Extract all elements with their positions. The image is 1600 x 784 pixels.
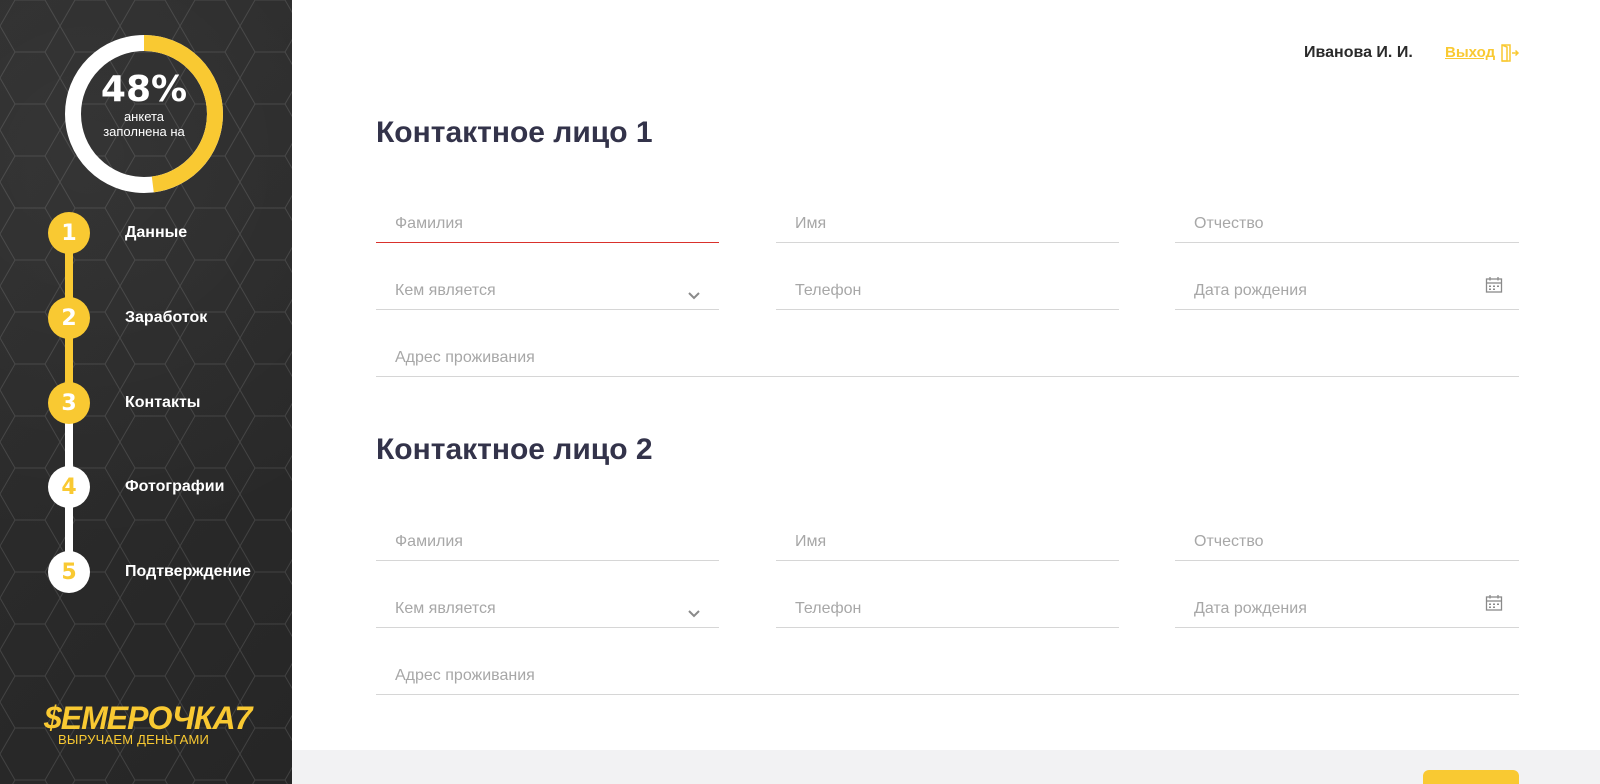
chevron-down-icon[interactable] [685,287,703,305]
contact1-relation-select[interactable] [376,262,719,309]
contact2-birth-date-input[interactable] [1175,580,1519,627]
contact1-relation-field [376,262,719,310]
main-content: Иванова И. И. Выход Контактное лицо 1 Фа… [292,0,1600,784]
step-number: 4 [48,466,90,508]
step-label: Подтверждение [125,563,251,580]
progress-text: 48% анкета заполнена на [62,69,226,140]
contact2-relation-select[interactable] [376,580,719,627]
contact2-first-name-field [776,513,1119,561]
contact1-first-name-field [776,195,1119,243]
contact1-last-name-input[interactable] [376,195,719,242]
step-label: Данные [125,224,188,241]
step-number: 1 [48,212,90,254]
footer-bar [292,750,1600,784]
logout-link[interactable]: Выход [1445,44,1495,61]
step-photos[interactable]: 4 Фотографии [48,466,288,508]
contact2-middle-name-field [1175,513,1519,561]
steps-list: 1 Данные 2 Заработок 3 Контакты 4 Фотогр… [48,212,288,596]
brand-logo: $ЕМЕРОЧКА7 ВЫРУЧАЕМ ДЕНЬГАМИ [44,700,252,752]
next-button[interactable] [1423,770,1519,784]
step-label: Заработок [125,309,208,326]
step-confirmation[interactable]: 5 Подтверждение [48,551,288,593]
contact1-address-input[interactable] [376,329,1519,376]
step-label: Контакты [125,394,201,411]
progress-percent: 48% [100,69,188,110]
contact1-last-name-field [376,195,719,243]
contact2-last-name-field [376,513,719,561]
contact1-phone-field [776,262,1119,310]
sidebar: 48% анкета заполнена на 1 Данные 2 Зараб… [0,0,292,784]
contact1-phone-input[interactable] [776,262,1119,309]
step-data[interactable]: 1 Данные [48,212,288,254]
chevron-down-icon[interactable] [685,605,703,623]
step-number: 3 [48,382,90,424]
contact1-middle-name-input[interactable] [1175,195,1519,242]
contact2-middle-name-input[interactable] [1175,513,1519,560]
user-name: Иванова И. И. [1304,44,1413,61]
contact2-relation-field [376,580,719,628]
contact2-birth-date-field [1175,580,1519,628]
contact1-title: Контактное лицо 1 [376,116,653,149]
contact1-middle-name-field [1175,195,1519,243]
step-number: 2 [48,297,90,339]
progress-ring: 48% анкета заполнена на [62,32,226,196]
contact2-phone-input[interactable] [776,580,1119,627]
step-contacts[interactable]: 3 Контакты [48,382,288,424]
contact2-last-name-input[interactable] [376,513,719,560]
contact1-first-name-input[interactable] [776,195,1119,242]
progress-caption: анкета заполнена на [103,109,185,139]
contact1-birth-date-field [1175,262,1519,310]
contact2-title: Контактное лицо 2 [376,433,653,466]
logo-wordmark: $ЕМЕРОЧКА7 [44,700,252,736]
step-number: 5 [48,551,90,593]
calendar-icon[interactable] [1485,276,1503,294]
step-label: Фотографии [125,478,225,495]
contact2-address-field [376,647,1519,695]
contact2-phone-field [776,580,1119,628]
contact1-birth-date-input[interactable] [1175,262,1519,309]
step-earnings[interactable]: 2 Заработок [48,297,288,339]
contact2-first-name-input[interactable] [776,513,1119,560]
contact1-address-field [376,329,1519,377]
calendar-icon[interactable] [1485,594,1503,612]
exit-door-icon[interactable] [1500,44,1520,62]
contact2-address-input[interactable] [376,647,1519,694]
